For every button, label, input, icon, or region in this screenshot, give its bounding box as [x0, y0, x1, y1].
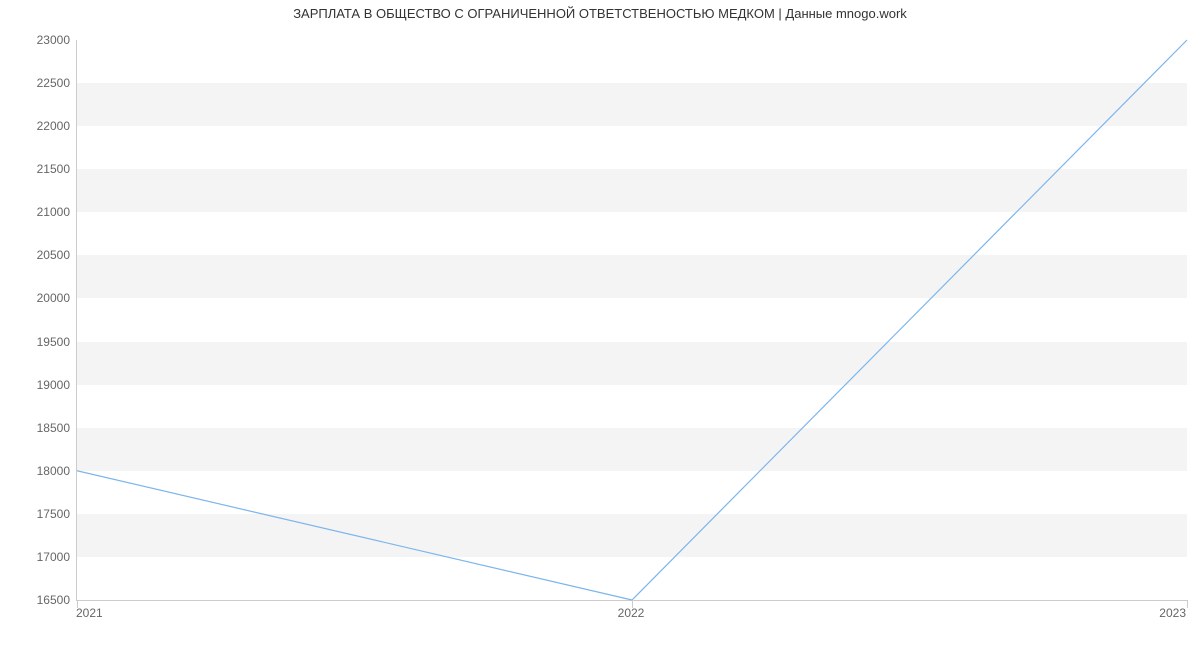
- y-tick-label: 19500: [10, 335, 70, 349]
- y-tick-label: 21000: [10, 205, 70, 219]
- y-tick-label: 16500: [10, 593, 70, 607]
- y-tick-label: 20500: [10, 248, 70, 262]
- y-tick-label: 23000: [10, 33, 70, 47]
- y-tick-label: 17500: [10, 507, 70, 521]
- y-tick-label: 22500: [10, 76, 70, 90]
- x-tick-label: 2022: [618, 606, 645, 620]
- y-tick-label: 18500: [10, 421, 70, 435]
- y-tick-label: 17000: [10, 550, 70, 564]
- y-tick-label: 22000: [10, 119, 70, 133]
- data-line: [77, 40, 1187, 600]
- x-tick-label: 2021: [76, 606, 103, 620]
- y-tick-label: 18000: [10, 464, 70, 478]
- x-tick-label: 2023: [1159, 606, 1186, 620]
- y-tick-label: 20000: [10, 291, 70, 305]
- x-tick: [1187, 600, 1188, 608]
- chart-title: ЗАРПЛАТА В ОБЩЕСТВО С ОГРАНИЧЕННОЙ ОТВЕТ…: [0, 6, 1200, 21]
- chart-container: ЗАРПЛАТА В ОБЩЕСТВО С ОГРАНИЧЕННОЙ ОТВЕТ…: [0, 0, 1200, 650]
- line-series: [77, 40, 1187, 600]
- y-tick-label: 21500: [10, 162, 70, 176]
- y-tick-label: 19000: [10, 378, 70, 392]
- plot-area: [76, 40, 1187, 601]
